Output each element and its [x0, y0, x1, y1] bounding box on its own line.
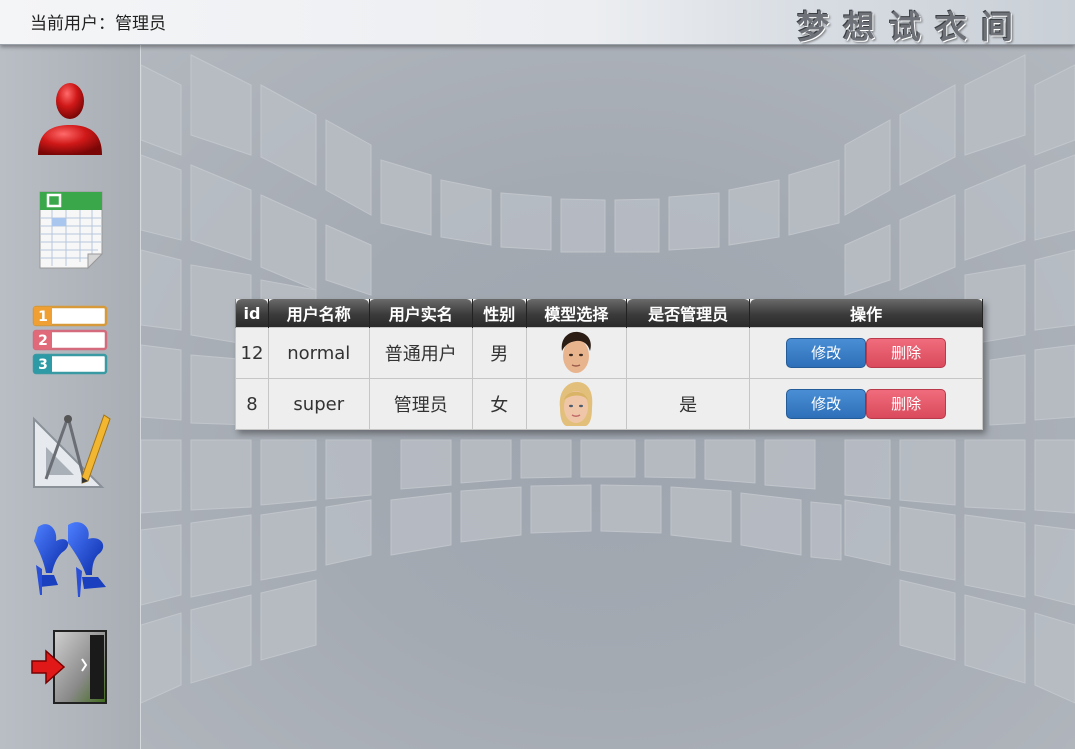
cell-model	[525, 327, 628, 379]
user-table: id 用户名称 用户实名 性别 模型选择 是否管理员 操作 12 normal …	[235, 299, 983, 430]
cell-realname: 普通用户	[368, 327, 473, 379]
sidebar-item-numbered-list[interactable]: 1 2 3	[28, 299, 112, 383]
column-header-id: id	[235, 299, 269, 328]
column-header-model: 模型选择	[525, 299, 628, 328]
cell-is-admin	[626, 327, 751, 379]
cell-actions: 修改 删除	[749, 327, 983, 379]
column-header-is-admin: 是否管理员	[626, 299, 751, 328]
cell-gender: 女	[471, 378, 527, 430]
sidebar-item-drafting-tools[interactable]	[28, 409, 112, 493]
cell-id: 8	[235, 378, 269, 430]
svg-text:2: 2	[38, 333, 48, 349]
current-user-label: 当前用户：管理员	[30, 14, 166, 34]
table-header-row: id 用户名称 用户实名 性别 模型选择 是否管理员 操作	[235, 299, 983, 328]
edit-button[interactable]: 修改	[786, 338, 867, 368]
sidebar-item-user[interactable]	[28, 75, 112, 159]
brand-logo: 梦想试衣间	[796, 8, 1027, 46]
cell-actions: 修改 删除	[749, 378, 983, 430]
column-header-username: 用户名称	[267, 299, 370, 328]
cell-username: super	[267, 378, 370, 430]
svg-text:3: 3	[38, 357, 48, 373]
table-row: 8 super 管理员 女 是 修改 删除	[235, 378, 983, 430]
drafting-tools-icon	[33, 414, 111, 488]
cell-id: 12	[235, 327, 269, 379]
column-header-gender: 性别	[471, 299, 527, 328]
cell-model	[525, 378, 628, 430]
spreadsheet-icon	[39, 191, 104, 270]
delete-button[interactable]: 删除	[866, 338, 947, 368]
edit-button[interactable]: 修改	[786, 389, 867, 419]
delete-button[interactable]: 删除	[866, 389, 947, 419]
sidebar-item-logout[interactable]	[28, 629, 112, 713]
female-face-icon	[560, 382, 593, 426]
logout-icon	[31, 630, 107, 704]
user-icon	[38, 83, 102, 155]
sidebar-item-shoes[interactable]	[28, 515, 112, 599]
sidebar-item-spreadsheet[interactable]	[28, 188, 112, 272]
sidebar-nav: 1 2 3	[0, 45, 141, 749]
top-header: 当前用户：管理员 梦想试衣间	[0, 0, 1075, 46]
numbered-list-icon: 1 2 3	[32, 305, 108, 375]
cell-username: normal	[267, 327, 370, 379]
cell-gender: 男	[471, 327, 527, 379]
high-heels-icon	[34, 522, 106, 597]
column-header-actions: 操作	[749, 299, 983, 328]
male-face-icon	[562, 331, 592, 373]
table-row: 12 normal 普通用户 男 修改 删除	[235, 327, 983, 379]
cell-is-admin: 是	[626, 378, 751, 430]
cell-realname: 管理员	[368, 378, 473, 430]
column-header-realname: 用户实名	[368, 299, 473, 328]
svg-text:1: 1	[38, 309, 48, 325]
